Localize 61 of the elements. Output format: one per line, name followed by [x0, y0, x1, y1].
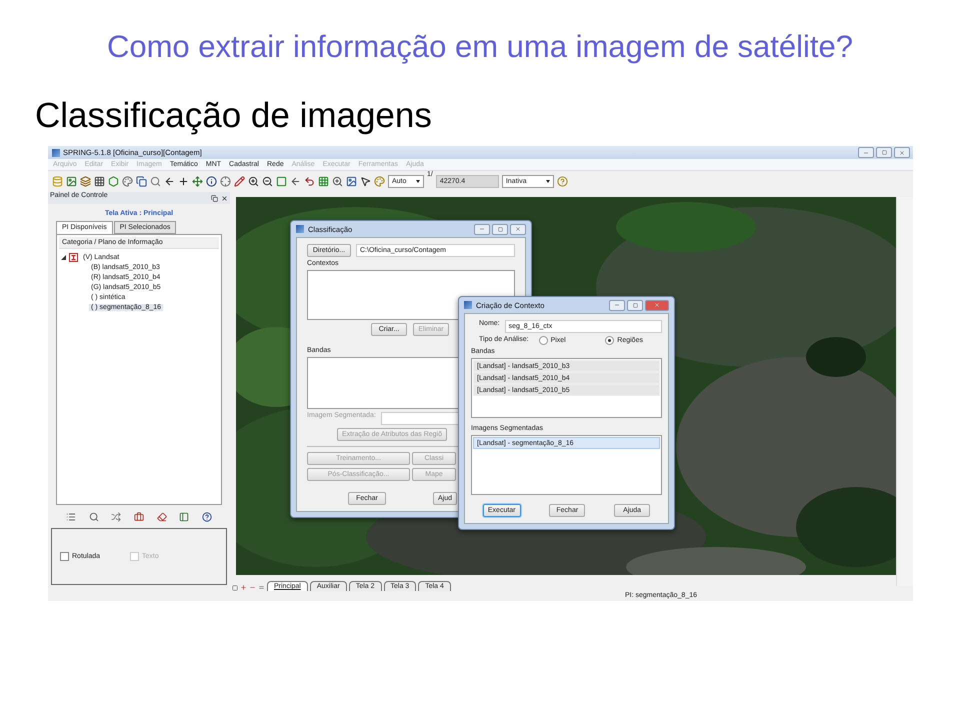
minimize-button[interactable]	[858, 147, 874, 158]
move-icon[interactable]	[192, 176, 203, 187]
list-icon[interactable]	[66, 512, 76, 522]
app-icon	[464, 301, 472, 309]
close-icon	[654, 302, 660, 308]
minimize-icon	[479, 226, 485, 232]
image-icon[interactable]	[66, 176, 77, 187]
expanded-icon[interactable]	[61, 254, 66, 260]
checkbox[interactable]	[60, 552, 69, 561]
radio-button[interactable]	[605, 336, 614, 345]
slide-title: Como extrair informação em uma imagem de satélite?	[106, 28, 854, 66]
square-icon[interactable]	[276, 176, 287, 187]
radio-button[interactable]	[538, 336, 548, 345]
arrow-icon[interactable]	[164, 176, 175, 187]
layers-icon[interactable]	[80, 176, 91, 187]
window-icon[interactable]	[136, 176, 147, 187]
float-icon[interactable]	[211, 194, 218, 202]
slide-subtitle: Classificação de imagens	[34, 95, 433, 136]
back-icon[interactable]	[290, 176, 301, 187]
maximize-button[interactable]	[627, 300, 643, 310]
close-icon	[515, 226, 521, 232]
square-icon[interactable]	[232, 585, 238, 591]
maximize-icon	[632, 302, 638, 308]
search-icon[interactable]	[150, 176, 161, 187]
palette-icon[interactable]	[122, 176, 133, 187]
zoom-out-icon[interactable]	[262, 176, 273, 187]
info-icon[interactable]	[206, 176, 217, 187]
maximize-icon	[498, 226, 502, 232]
close-button[interactable]	[510, 224, 526, 234]
maximize-button[interactable]	[492, 224, 508, 234]
pencil-icon[interactable]	[234, 176, 245, 187]
grid-icon[interactable]	[94, 176, 105, 187]
shuffle-icon[interactable]	[111, 512, 122, 522]
panel-icon[interactable]	[179, 512, 190, 522]
close-button[interactable]	[894, 147, 910, 158]
pointer-icon[interactable]	[360, 176, 371, 187]
equals-icon[interactable]	[258, 584, 265, 591]
help-icon[interactable]	[202, 512, 212, 522]
crosshair-icon[interactable]	[220, 176, 231, 187]
plus-icon[interactable]	[178, 176, 189, 187]
close-icon[interactable]	[221, 194, 228, 202]
maximize-button[interactable]	[876, 147, 892, 158]
minimize-button[interactable]	[474, 224, 490, 234]
minimize-icon	[614, 302, 620, 308]
eraser-icon[interactable]	[156, 512, 167, 522]
close-button[interactable]	[645, 300, 669, 310]
close-icon	[899, 150, 905, 156]
maximize-icon	[882, 150, 886, 155]
zoom-in-icon[interactable]	[332, 176, 343, 187]
minimize-button[interactable]	[609, 300, 625, 310]
zoom-in-icon[interactable]	[248, 176, 259, 187]
grid-icon[interactable]	[318, 176, 329, 187]
app-icon	[296, 225, 304, 233]
undo-icon[interactable]	[304, 176, 315, 187]
briefcase-icon[interactable]	[134, 512, 144, 522]
app-icon	[52, 148, 60, 156]
polygon-icon[interactable]	[108, 176, 119, 187]
image-icon[interactable]	[346, 176, 357, 187]
minimize-icon	[863, 150, 869, 156]
category-icon	[69, 252, 78, 262]
search-icon[interactable]	[88, 512, 99, 522]
